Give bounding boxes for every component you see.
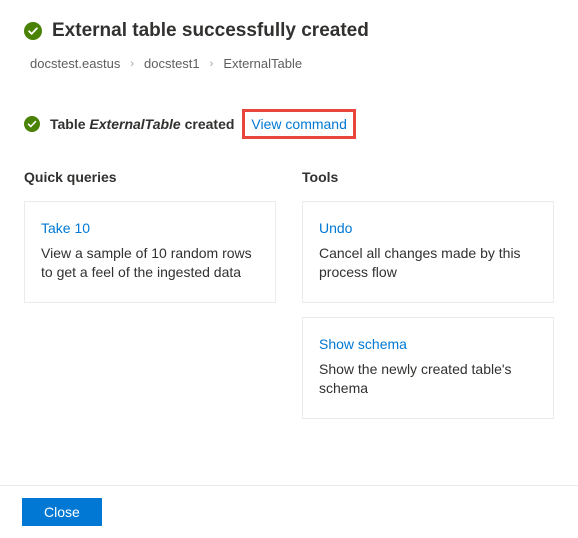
close-button[interactable]: Close bbox=[22, 498, 102, 526]
status-prefix: Table bbox=[50, 116, 89, 132]
view-command-link[interactable]: View command bbox=[242, 109, 355, 139]
breadcrumb-item[interactable]: ExternalTable bbox=[223, 56, 302, 71]
breadcrumb-item[interactable]: docstest.eastus bbox=[30, 56, 120, 71]
success-check-icon bbox=[24, 116, 40, 132]
card-title: Undo bbox=[319, 220, 537, 236]
tools-heading: Tools bbox=[302, 169, 554, 185]
card-show-schema[interactable]: Show schema Show the newly created table… bbox=[302, 317, 554, 419]
footer: Close bbox=[0, 485, 578, 538]
card-title: Show schema bbox=[319, 336, 537, 352]
card-desc: Cancel all changes made by this process … bbox=[319, 244, 537, 282]
quick-queries-column: Quick queries Take 10 View a sample of 1… bbox=[24, 169, 276, 419]
status-text: Table ExternalTable created bbox=[50, 116, 234, 132]
chevron-right-icon: › bbox=[130, 58, 134, 70]
page-header: External table successfully created bbox=[24, 20, 554, 42]
quick-queries-heading: Quick queries bbox=[24, 169, 276, 185]
card-undo[interactable]: Undo Cancel all changes made by this pro… bbox=[302, 201, 554, 303]
status-table-name: ExternalTable bbox=[89, 116, 180, 132]
card-take-10[interactable]: Take 10 View a sample of 10 random rows … bbox=[24, 201, 276, 303]
card-desc: Show the newly created table's schema bbox=[319, 360, 537, 398]
success-check-icon bbox=[24, 22, 42, 40]
page-title: External table successfully created bbox=[52, 20, 369, 42]
card-desc: View a sample of 10 random rows to get a… bbox=[41, 244, 259, 282]
status-suffix: created bbox=[181, 116, 235, 132]
tools-column: Tools Undo Cancel all changes made by th… bbox=[302, 169, 554, 419]
chevron-right-icon: › bbox=[210, 58, 214, 70]
status-row: Table ExternalTable created View command bbox=[24, 109, 554, 139]
breadcrumb-item[interactable]: docstest1 bbox=[144, 56, 200, 71]
breadcrumb: docstest.eastus › docstest1 › ExternalTa… bbox=[30, 56, 554, 71]
card-title: Take 10 bbox=[41, 220, 259, 236]
